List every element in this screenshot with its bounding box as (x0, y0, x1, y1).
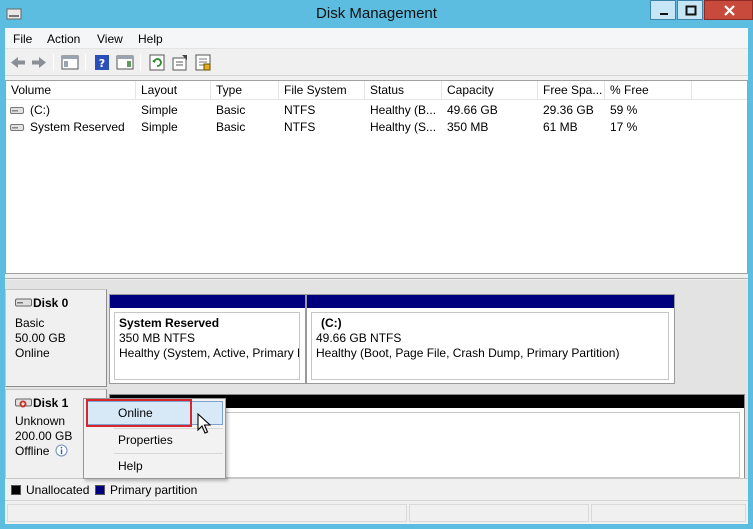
action-pane-icon[interactable] (115, 53, 135, 72)
partition-body: (C:) 49.66 GB NTFS Healthy (Boot, Page F… (311, 312, 669, 380)
info-icon[interactable] (55, 444, 68, 457)
close-icon (724, 5, 735, 16)
disk-1-size: 200.00 GB (15, 429, 73, 443)
pane-splitter[interactable] (5, 274, 748, 279)
maximize-button[interactable] (677, 0, 703, 20)
disk-1-state: Offline (15, 444, 50, 458)
disk-0-name: Disk 0 (33, 296, 69, 310)
status-pane (409, 504, 589, 522)
menu-action[interactable]: Action (47, 32, 80, 46)
column-header-file-system[interactable]: File System (279, 81, 365, 100)
legend: Unallocated Primary partition (5, 478, 748, 500)
toolbar-separator (53, 54, 54, 71)
legend-unallocated: Unallocated (26, 483, 90, 497)
cell-percent-free: 17 % (610, 120, 638, 134)
legend-primary-partition: Primary partition (110, 483, 198, 497)
column-header-type[interactable]: Type (211, 81, 279, 100)
status-pane (7, 504, 407, 522)
minimize-button[interactable] (650, 0, 676, 20)
disk-offline-icon (15, 398, 32, 408)
disk-0-state: Online (15, 346, 50, 360)
unallocated-swatch (11, 485, 21, 495)
primary-partition-bar (110, 295, 305, 308)
disk-management-window: Disk Management File Action View Help ? … (0, 0, 753, 529)
menu-file[interactable]: File (13, 32, 32, 46)
cell-percent-free: 59 % (610, 103, 638, 117)
refresh-icon[interactable] (147, 53, 167, 72)
cell-volume: (C:) (30, 103, 50, 117)
properties-icon[interactable] (170, 53, 190, 72)
primary-partition-swatch (95, 485, 105, 495)
svg-text:?: ? (99, 57, 105, 70)
highlight-annotation (86, 399, 192, 427)
volume-list[interactable]: Volume Layout Type File System Status Ca… (5, 80, 748, 274)
column-header-percent-free[interactable]: % Free (605, 81, 692, 100)
cell-volume: System Reserved (30, 120, 125, 134)
primary-partition-bar (307, 295, 674, 308)
maximize-icon (685, 5, 697, 16)
cell-file-system: NTFS (284, 103, 316, 117)
cell-file-system: NTFS (284, 120, 316, 134)
title-bar[interactable]: Disk Management (0, 0, 753, 28)
column-header-status[interactable]: Status (365, 81, 442, 100)
disk-0-type: Basic (15, 316, 45, 330)
console-tree-icon[interactable] (60, 53, 80, 72)
forward-arrow-icon[interactable] (29, 53, 49, 72)
disk-1-name: Disk 1 (33, 396, 69, 410)
disk-0-label[interactable]: Disk 0 Basic 50.00 GB Online (5, 289, 107, 387)
volume-row[interactable]: System Reserved Simple Basic NTFS Health… (6, 119, 747, 136)
partition-status: Healthy (Boot, Page File, Crash Dump, Pr… (316, 346, 620, 360)
disk-0-size: 50.00 GB (15, 331, 66, 345)
toolbar-separator (85, 54, 86, 71)
partition-c-drive[interactable]: (C:) 49.66 GB NTFS Healthy (Boot, Page F… (306, 294, 675, 384)
cell-layout: Simple (141, 103, 178, 117)
minimize-icon (660, 13, 668, 15)
disk-icon (15, 298, 32, 307)
cell-free-space: 61 MB (543, 120, 578, 134)
cell-capacity: 350 MB (447, 120, 489, 134)
partition-size: 49.66 GB NTFS (316, 331, 402, 345)
close-button[interactable] (704, 0, 753, 20)
toolbar: ? (5, 49, 748, 76)
partition-name: (C:) (321, 316, 342, 330)
column-header-volume[interactable]: Volume (6, 81, 136, 100)
volume-row[interactable]: (C:) Simple Basic NTFS Healthy (B... 49.… (6, 102, 747, 119)
toolbar-separator (140, 54, 141, 71)
cell-type: Basic (216, 103, 246, 117)
back-arrow-icon[interactable] (8, 53, 28, 72)
context-menu-help[interactable]: Help (86, 454, 223, 478)
window-title: Disk Management (316, 5, 437, 22)
disk-1-type: Unknown (15, 414, 66, 428)
menu-view[interactable]: View (97, 32, 123, 46)
volume-drive-icon (10, 124, 24, 131)
cell-status: Healthy (B... (370, 103, 437, 117)
help-icon[interactable]: ? (92, 53, 112, 72)
volume-drive-icon (10, 107, 24, 114)
menu-bar: File Action View Help (5, 28, 748, 49)
partition-system-reserved[interactable]: System Reserved 350 MB NTFS Healthy (Sys… (109, 294, 306, 384)
cell-type: Basic (216, 120, 246, 134)
column-header-layout[interactable]: Layout (136, 81, 211, 100)
export-icon[interactable] (193, 53, 213, 72)
cell-status: Healthy (S... (370, 120, 437, 134)
cell-layout: Simple (141, 120, 178, 134)
partition-status: Healthy (System, Active, Primary P (119, 346, 299, 360)
column-header-free-space[interactable]: Free Spa... (538, 81, 605, 100)
partition-name: System Reserved (119, 316, 220, 330)
status-pane (591, 504, 746, 522)
cell-capacity: 49.66 GB (447, 103, 498, 117)
mouse-cursor-icon (197, 413, 211, 434)
partition-size: 350 MB NTFS (119, 331, 196, 345)
menu-help[interactable]: Help (138, 32, 163, 46)
partition-body: System Reserved 350 MB NTFS Healthy (Sys… (114, 312, 300, 380)
volume-list-header: Volume Layout Type File System Status Ca… (6, 81, 747, 100)
column-header-capacity[interactable]: Capacity (442, 81, 538, 100)
cell-free-space: 29.36 GB (543, 103, 594, 117)
status-bar (5, 500, 748, 524)
